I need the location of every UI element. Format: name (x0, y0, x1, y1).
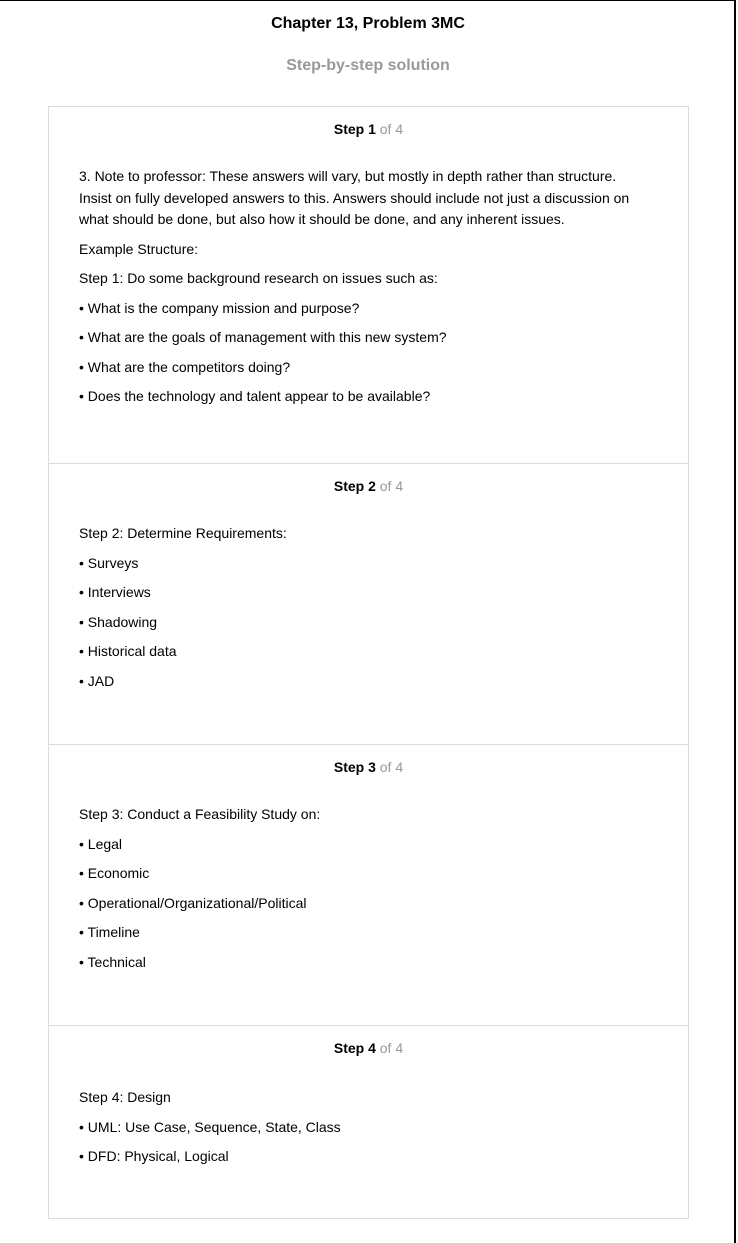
step-1-bullet: • What are the goals of management with … (79, 329, 447, 345)
step-1-body: 3. Note to professor: These answers will… (79, 166, 649, 416)
step-1-count: of 4 (379, 121, 404, 137)
step-1-paragraph: 3. Note to professor: These answers will… (79, 168, 630, 227)
step-2-body: Step 2: Determine Requirements: • Survey… (79, 523, 649, 700)
step-1-paragraph: Step 1: Do some background research on i… (79, 270, 438, 286)
step-1-bullet: • What is the company mission and purpos… (79, 299, 360, 316)
step-1-bullet: • What are the competitors doing? (79, 358, 291, 375)
step-2-bullet: • Interviews (79, 584, 151, 600)
step-4-section: Step 4 of 4 Step 4: Design • UML: Use Ca… (49, 1025, 688, 1218)
step-2-header: Step 2 of 4 (49, 478, 688, 494)
step-4-header: Step 4 of 4 (49, 1040, 688, 1056)
step-4-label: Step 4 (333, 1040, 376, 1056)
step-2-paragraph: Step 2: Determine Requirements: (79, 525, 287, 541)
step-3-header: Step 3 of 4 (49, 759, 688, 775)
step-2-bullet: • Shadowing (79, 613, 158, 630)
step-2-label: Step 2 (333, 478, 376, 494)
step-3-bullet: • Economic (79, 865, 150, 881)
step-3-body: Step 3: Conduct a Feasibility Study on: … (79, 804, 649, 981)
step-4-bullet: • UML: Use Case, Sequence, State, Class (79, 1118, 341, 1135)
step-1-bullet: • Does the technology and talent appear … (79, 388, 431, 404)
step-4-count: of 4 (379, 1040, 404, 1056)
step-3-bullet: • Timeline (79, 924, 140, 940)
solution-steps: Step 1 of 4 3. Note to professor: These … (48, 106, 689, 1219)
step-4-bullet: • DFD: Physical, Logical (79, 1148, 229, 1164)
step-1-header: Step 1 of 4 (49, 121, 688, 137)
step-2-bullet: • Surveys (79, 554, 139, 571)
step-3-bullet: • Technical (79, 953, 146, 970)
step-2-bullet: • JAD (79, 672, 115, 689)
step-1-paragraph: Example Structure: (79, 240, 199, 257)
page-subtitle: Step-by-step solution (286, 57, 450, 74)
page-title: Chapter 13, Problem 3MC (271, 15, 465, 32)
step-3-label: Step 3 (333, 759, 376, 775)
step-3-bullet: • Legal (79, 835, 123, 852)
step-3-section: Step 3 of 4 Step 3: Conduct a Feasibilit… (49, 744, 688, 1025)
step-2-bullet: • Historical data (79, 643, 177, 659)
step-2-section: Step 2 of 4 Step 2: Determine Requiremen… (49, 463, 688, 744)
step-3-paragraph: Step 3: Conduct a Feasibility Study on: (79, 806, 321, 822)
step-1-label: Step 1 (333, 121, 376, 137)
step-3-bullet: • Operational/Organizational/Political (79, 894, 307, 911)
step-2-count: of 4 (379, 478, 404, 494)
page-frame: Chapter 13, Problem 3MC Step-by-step sol… (0, 0, 736, 1243)
step-4-paragraph: Step 4: Design (79, 1089, 171, 1105)
step-4-body: Step 4: Design • UML: Use Case, Sequence… (79, 1087, 649, 1176)
step-3-count: of 4 (379, 759, 404, 775)
step-1-section: Step 1 of 4 3. Note to professor: These … (49, 107, 688, 463)
